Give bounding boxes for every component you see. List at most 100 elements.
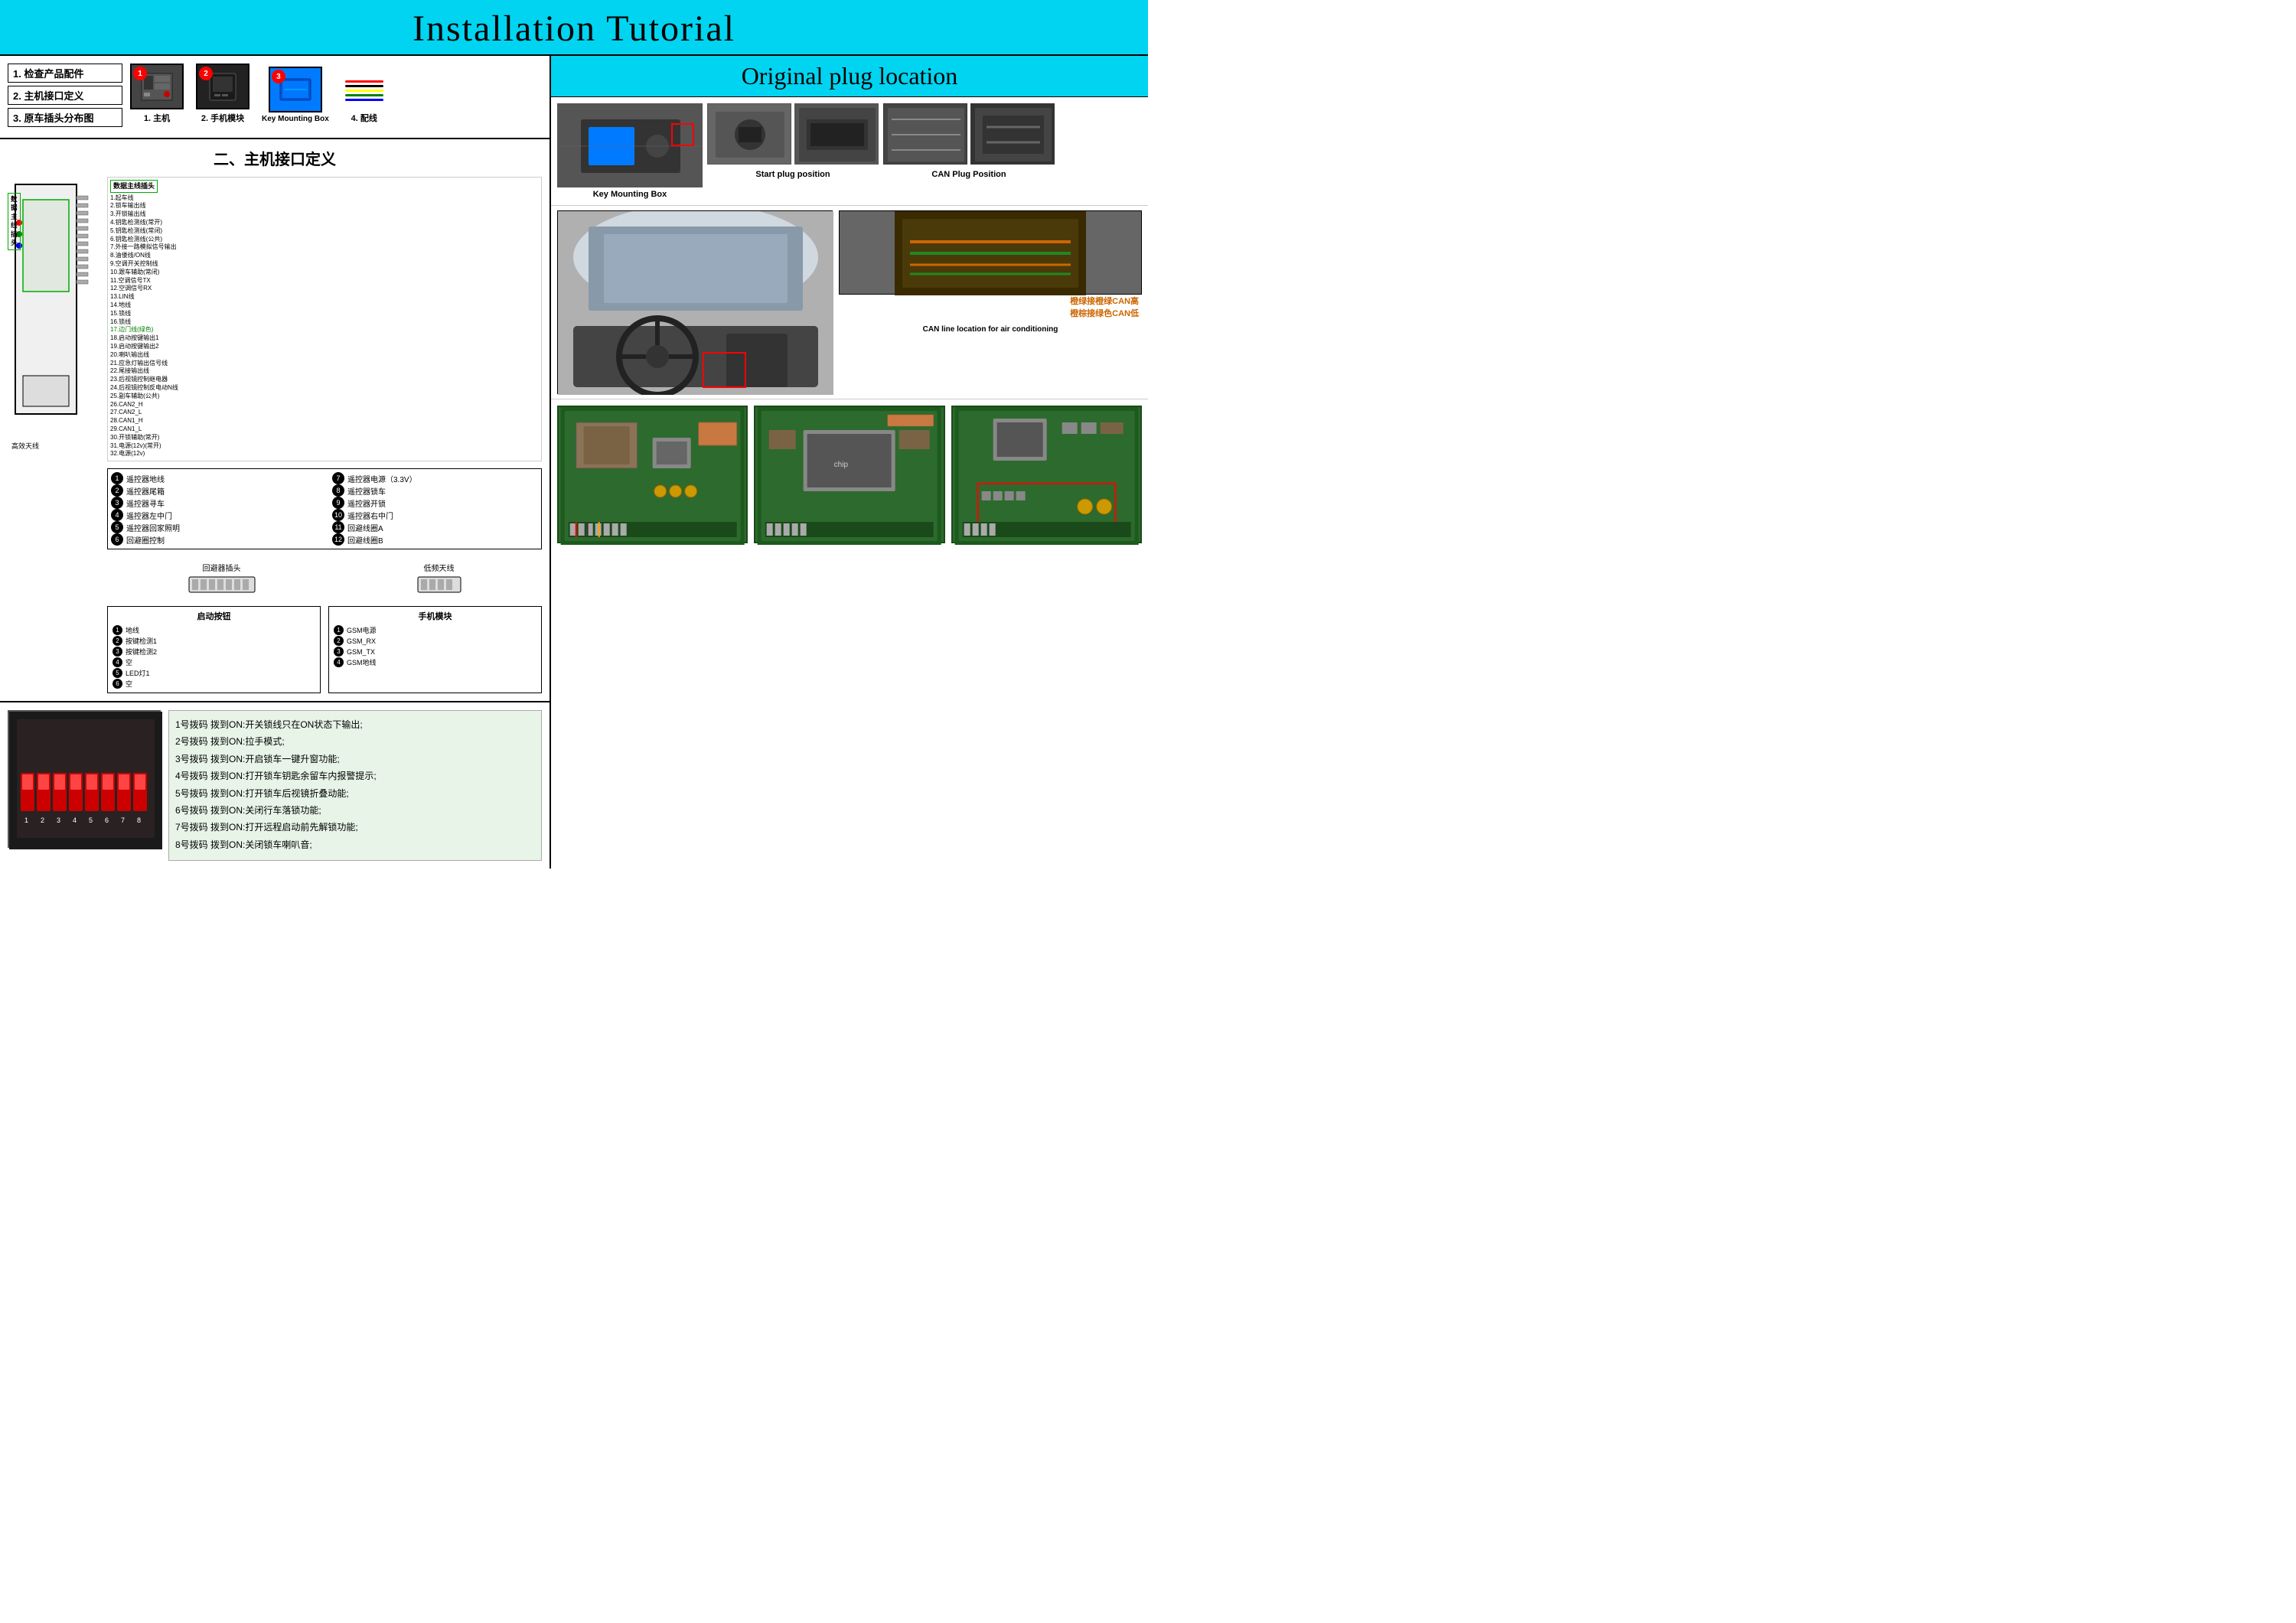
checklist-item-3: 3. 原车插头分布图 — [8, 108, 122, 127]
dip-desc-6: 6号拨码 拨到ON:关闭行车落锁功能; — [175, 803, 535, 818]
phone-module-box: 2 — [196, 64, 249, 109]
components-row: 1 1. 主机 — [130, 64, 542, 124]
pm-label-3: GSM_TX — [347, 648, 375, 656]
cn-item-28: 28.CAN1_H — [110, 417, 539, 425]
nl-row-7: 7 遥控器电源（3.3V） — [332, 472, 538, 484]
car-interior-photo — [557, 210, 833, 394]
component-main-unit: 1 1. 主机 — [130, 64, 184, 124]
cn-item-17: 17.边门线(绿色) — [110, 326, 539, 334]
start-plug-svg-2 — [795, 104, 879, 165]
component-label-3: Key Mounting Box — [262, 115, 329, 124]
component-badge-3: 3 — [272, 70, 285, 83]
dip-desc-2: 2号拨码 拨到ON:拉手模式; — [175, 734, 535, 749]
cn-item-32: 32.电源(12v) — [110, 450, 539, 458]
main-layout: 1. 检查产品配件 2. 主机接口定义 3. 原车插头分布图 1 — [0, 56, 1148, 869]
right-panel: Original plug location Key Mountin — [551, 56, 1148, 869]
car-interior-photo-wrapper — [557, 210, 833, 394]
can-line-caption: CAN line location for air conditioning — [839, 325, 1142, 334]
cn-item-18: 18.启动按键输出1 — [110, 334, 539, 343]
can-plug-photos — [883, 103, 1055, 165]
circle-3: 3 — [111, 497, 123, 509]
pm-row-4: 4 GSM地线 — [334, 657, 536, 667]
component-badge-1: 1 — [133, 67, 147, 80]
sb-row-3: 3 按键检测2 — [113, 647, 315, 657]
sb-circle-6: 6 — [113, 679, 122, 689]
svg-text:高效天线: 高效天线 — [11, 442, 39, 450]
interface-section: 二、主机接口定义 — [0, 139, 550, 701]
svg-text:1: 1 — [24, 816, 28, 824]
connector-header: 数据主线插头 — [8, 193, 21, 250]
cn-item-24: 24.后视镜控制反电动N线 — [110, 384, 539, 393]
cn-item-12: 12.空调信号RX — [110, 285, 539, 293]
can-labels: 橙绿接橙绿CAN高 橙棕接绿色CAN低 — [839, 295, 1142, 319]
cn-item-5: 5.钥匙检测线(常闭) — [110, 227, 539, 236]
plug-label-antenna: 低频天线 — [416, 562, 462, 573]
can-photo — [839, 210, 1142, 295]
nl-label-10: 遥控器右中门 — [347, 510, 393, 521]
pm-circle-1: 1 — [334, 625, 344, 635]
component-badge-2: 2 — [199, 67, 213, 80]
wire-red — [345, 80, 383, 83]
page-header: Installation Tutorial — [0, 0, 1148, 56]
svg-text:chip: chip — [834, 461, 849, 469]
start-plug-svg-1 — [708, 104, 791, 165]
nl-row-4: 4 遥控器左中门 — [111, 509, 317, 521]
sb-row-4: 4 空 — [113, 657, 315, 667]
nl-label-11: 回避线圈A — [347, 522, 383, 533]
checklist: 1. 检查产品配件 2. 主机接口定义 3. 原车插头分布图 — [8, 64, 122, 130]
pm-row-3: 3 GSM_TX — [334, 647, 536, 657]
left-panel: 1. 检查产品配件 2. 主机接口定义 3. 原车插头分布图 1 — [0, 56, 551, 869]
car-interior-section: 橙绿接橙绿CAN高 橙棕接绿色CAN低 CAN line location fo… — [551, 206, 1148, 399]
sb-circle-3: 3 — [113, 647, 122, 657]
circle-1: 1 — [111, 472, 123, 484]
cn-item-29: 29.CAN1_L — [110, 425, 539, 434]
start-plug-photos — [707, 103, 879, 165]
svg-text:5: 5 — [89, 816, 93, 824]
wire-black — [345, 85, 383, 87]
component-wiring: 4. 配线 — [341, 71, 387, 124]
nl-label-3: 遥控器寻车 — [126, 497, 165, 509]
sb-row-6: 6 空 — [113, 679, 315, 689]
nl-label-5: 遥控器回家照明 — [126, 522, 180, 533]
cn-item-22: 22.尾接输出线 — [110, 367, 539, 376]
can-plug-svg-1 — [884, 104, 967, 165]
start-button-module: 启动按钮 1 地线 2 按键检测1 — [107, 606, 321, 693]
checklist-item-2: 2. 主机接口定义 — [8, 86, 122, 105]
pm-label-4: GSM地线 — [347, 657, 377, 667]
cn-item-8: 8.油偻线/ON线 — [110, 252, 539, 260]
data-main-label: 数据主线插头 — [110, 180, 158, 193]
pcb-svg-2: chip — [755, 407, 943, 545]
wire-yellow — [345, 90, 383, 92]
start-plug-photo-1 — [707, 103, 791, 165]
phone-module-items: 1 GSM电源 2 GSM_RX 3 GSM_TX — [334, 625, 536, 667]
cn-item-26: 26.CAN2_H — [110, 401, 539, 409]
sb-label-1: 地线 — [126, 625, 139, 635]
car-interior-svg — [558, 211, 833, 395]
dip-text-section: 1号拨码 拨到ON:开关锁线只在ON状态下输出; 2号拨码 拨到ON:拉手模式;… — [168, 710, 542, 861]
pm-circle-3: 3 — [334, 647, 344, 657]
cn-item-7: 7.外接一路模拟信号输出 — [110, 243, 539, 252]
circle-4: 4 — [111, 509, 123, 521]
plug-svg-1 — [188, 573, 256, 596]
cn-item-10: 10.跟车辅助(常闭) — [110, 269, 539, 277]
component-phone-module: 2 2. 手机模块 — [196, 64, 249, 124]
can-plug-svg-2 — [971, 104, 1055, 165]
start-plug-label: Start plug position — [755, 170, 830, 179]
device-diagram: 高效天线 数据主线插头 — [8, 177, 99, 693]
cn-item-25: 25.副车辅助(公共) — [110, 393, 539, 401]
pm-label-2: GSM_RX — [347, 637, 376, 645]
nl-label-2: 遥控器尾箱 — [126, 485, 165, 497]
right-title: Original plug location — [551, 62, 1148, 90]
sb-row-1: 1 地线 — [113, 625, 315, 635]
left-connector-labels: 数据主线插头 — [8, 193, 122, 252]
plug-label-huijing: 回避器插头 — [188, 562, 256, 573]
cn-item-31: 31.电源(12v)(常开) — [110, 442, 539, 451]
pm-circle-4: 4 — [334, 657, 344, 667]
component-key-mount: 3 Key Mounting Box — [262, 67, 329, 124]
can-plug-photo-1 — [883, 103, 967, 165]
svg-text:3: 3 — [57, 816, 60, 824]
circle-10: 10 — [332, 509, 344, 521]
cn-item-2: 2.锁车输出线 — [110, 202, 539, 210]
pcb-photo-3 — [951, 406, 1142, 543]
cn-item-15: 15.锁线 — [110, 310, 539, 318]
